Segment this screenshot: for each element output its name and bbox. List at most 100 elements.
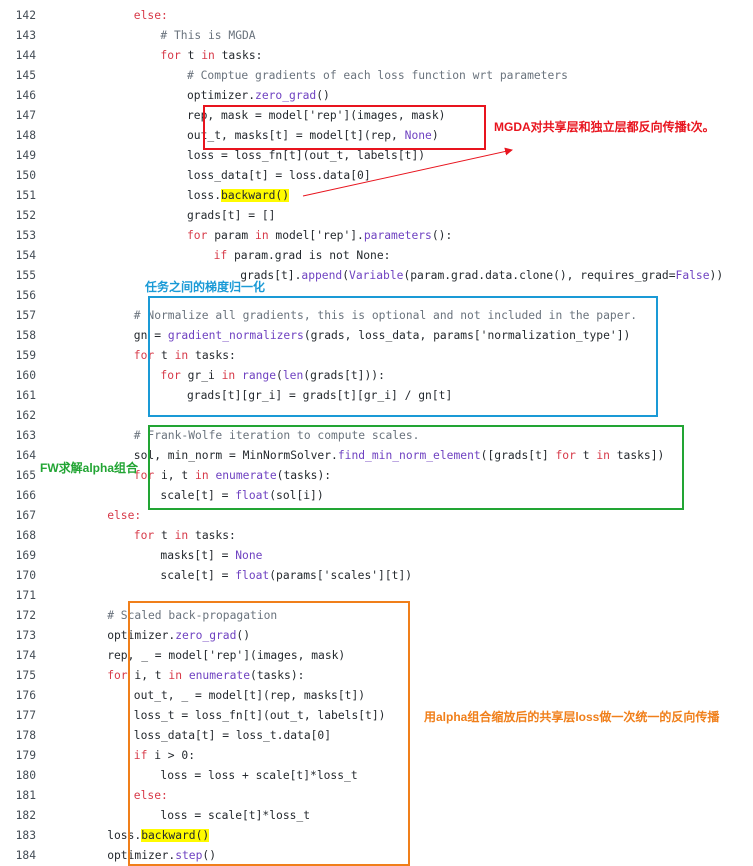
normalize-annotation: 任务之间的梯度归一化 [145,280,266,294]
code-text: scale[t] = float(params['scales'][t]) [160,566,412,586]
code-line: 161 grads[t][gr_i] = grads[t][gr_i] / gn[… [0,386,753,406]
code-token: masks[t] = [160,549,236,562]
code-token: find_min_norm_element [337,449,481,462]
line-number: 165 [15,469,36,482]
line-number: 155 [15,269,36,282]
code-line: 184 optimizer.step() [0,846,753,866]
code-token: (grads[t])): [303,369,385,382]
code-text: optimizer.zero_grad() [107,626,250,646]
code-token: for [187,229,208,242]
code-line: 159 for t in tasks: [0,346,753,366]
line-number: 157 [15,309,36,322]
code-token: loss. [107,829,142,842]
line-number: 164 [15,449,36,462]
code-line: 171 [0,586,753,606]
code-token: (param.grad.data.clone(), requires_grad= [403,269,676,282]
code-token: in [195,469,209,482]
code-token: gr_i [180,369,222,382]
code-token: # Normalize all gradients, this is optio… [133,309,638,322]
code-token: t [154,349,175,362]
code-token: () [202,849,217,862]
code-line: 158 gn = gradient_normalizers(grads, loss… [0,326,753,346]
code-line: 151 loss.backward() [0,186,753,206]
code-text: masks[t] = None [160,546,262,566]
code-line: 166 scale[t] = float(sol[i]) [0,486,753,506]
line-number: 171 [15,589,36,602]
line-number: 159 [15,349,36,362]
code-text: grads[t].append(Variable(param.grad.data… [240,266,723,286]
code-token: for [555,449,576,462]
code-token: ( [276,369,283,382]
code-text: # Frank-Wolfe iteration to compute scale… [134,426,420,446]
line-number: 149 [15,149,36,162]
code-line: 160 for gr_i in range(len(grads[t])): [0,366,753,386]
code-token: grads[t] = [] [187,209,276,222]
code-line: 174 rep, _ = model['rep'](images, mask) [0,646,753,666]
line-number: 183 [15,829,36,842]
code-token: gradient_normalizers [167,329,304,342]
code-text: optimizer.step() [107,846,216,866]
code-text: else: [107,506,141,526]
line-number: 167 [15,509,36,522]
line-number: 181 [15,789,36,802]
line-number: 178 [15,729,36,742]
code-line: 155 grads[t].append(Variable(param.grad.d… [0,266,753,286]
code-token: loss_data[t] = loss_t.data[0] [133,729,332,742]
code-token: tasks: [188,529,236,542]
code-text: gn = gradient_normalizers(grads, loss_da… [134,326,631,346]
code-text: loss = loss + scale[t]*loss_t [160,766,357,786]
mgda-annotation: MGDA对共享层和独立层都反向传播t次。 [494,120,715,134]
line-number: 144 [15,49,36,62]
code-line: 182 loss = scale[t]*loss_t [0,806,753,826]
code-line: 154 if param.grad is not None: [0,246,753,266]
code-token: optimizer. [187,89,256,102]
code-text: rep, mask = model['rep'](images, mask) [187,106,445,126]
scaled-backprop-annotation: 用alpha组合缩放后的共享层loss做一次统一的反向传播 [424,710,720,724]
line-number: 163 [15,429,36,442]
code-token: else: [133,789,168,802]
code-token: parameters [363,229,432,242]
code-token: () [316,89,330,102]
code-token: for [107,669,128,682]
code-token: for [133,529,155,542]
code-line: 142 else: [0,6,753,26]
code-text: out_t, _ = model[t](rep, masks[t]) [134,686,365,706]
code-line: 150 loss_data[t] = loss.data[0] [0,166,753,186]
code-token: sol, min_norm = MinNormSolver. [133,449,338,462]
code-token: if [213,249,228,262]
code-token: in [201,49,215,62]
code-token: scale[t] = [160,489,236,502]
code-text: if param.grad is not None: [214,246,391,266]
code-token: ) [431,129,439,142]
code-line: 144 for t in tasks: [0,46,753,66]
code-token: # Comptue gradients of each loss functio… [187,69,568,82]
code-token: (): [431,229,453,242]
line-number: 161 [15,389,36,402]
code-token: optimizer. [107,849,176,862]
code-token: loss = scale[t]*loss_t [160,809,311,822]
code-text: # Normalize all gradients, this is optio… [134,306,637,326]
code-token: model['rep']. [268,229,364,242]
line-number: 179 [15,749,36,762]
code-line: 179 if i > 0: [0,746,753,766]
line-number: 143 [15,29,36,42]
code-token: False [675,269,710,282]
code-token: tasks]) [609,449,665,462]
code-token: in [596,449,610,462]
line-number: 154 [15,249,36,262]
code-text: loss_data[t] = loss_t.data[0] [134,726,331,746]
code-text: scale[t] = float(sol[i]) [160,486,323,506]
code-text: for i, t in enumerate(tasks): [107,666,304,686]
frank-wolfe-annotation: FW求解alpha组合 [40,461,138,475]
code-token: tasks: [214,49,263,62]
line-number: 184 [15,849,36,862]
code-token: else: [107,509,142,522]
code-text: # Comptue gradients of each loss functio… [187,66,568,86]
code-text: # This is MGDA [160,26,255,46]
code-line: 143 # This is MGDA [0,26,753,46]
line-number: 150 [15,169,36,182]
code-token: () [236,629,251,642]
code-token: tasks: [188,349,236,362]
